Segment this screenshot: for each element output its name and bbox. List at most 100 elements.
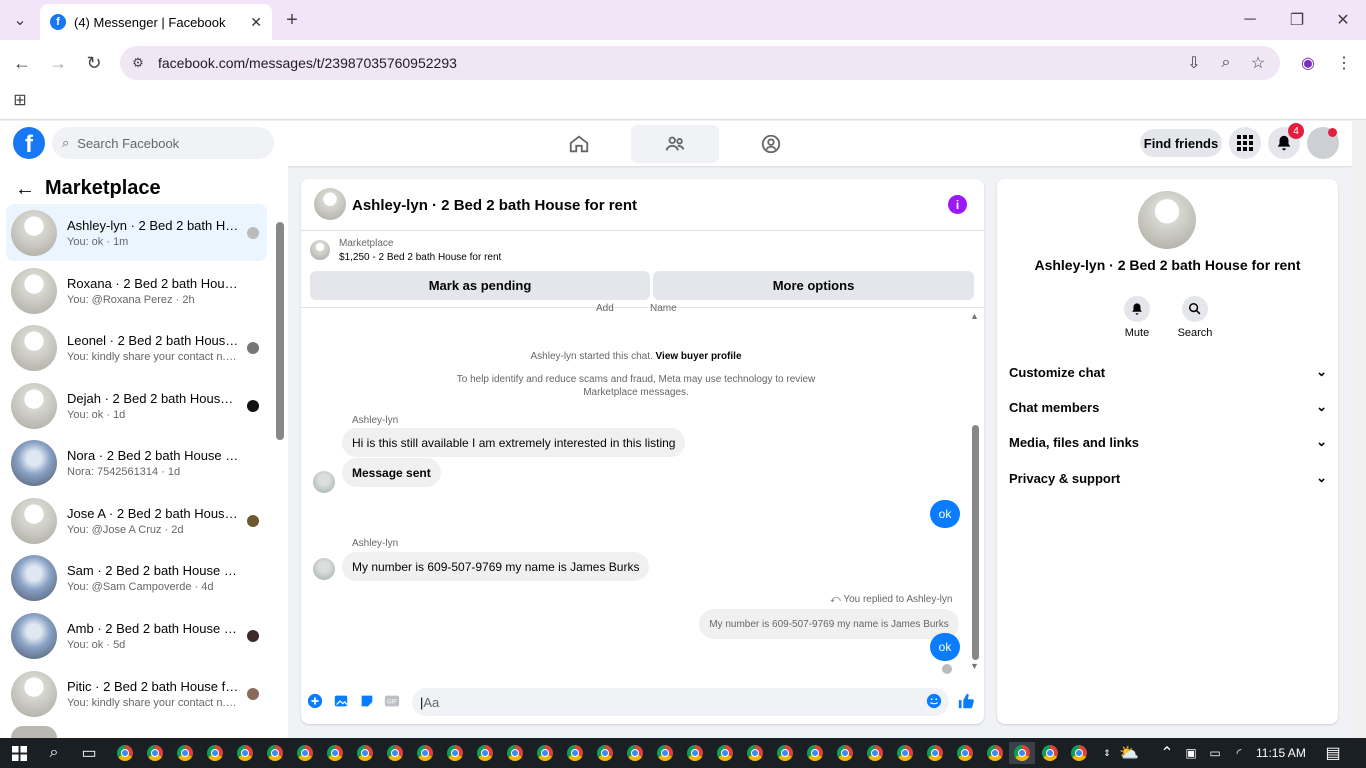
conversation-item[interactable]: Ashley-lyn · 2 Bed 2 bath Ho... You: ok ·…: [6, 204, 267, 261]
chrome-taskbar-icon[interactable]: [534, 742, 556, 764]
chrome-taskbar-icon[interactable]: [1068, 742, 1090, 764]
incoming-message[interactable]: Hi is this still available I am extremel…: [342, 428, 686, 457]
conversation-item[interactable]: Dejah · 2 Bed 2 bath House f... You: ok ·…: [6, 377, 267, 434]
view-buyer-profile-link[interactable]: View buyer profile: [656, 351, 742, 362]
chrome-taskbar-icon[interactable]: [624, 742, 646, 764]
media-files-links-row[interactable]: Media, files and links ⌄: [1009, 432, 1327, 452]
message-input[interactable]: | Aa: [412, 688, 949, 716]
conversation-item[interactable]: Jose A · 2 Bed 2 bath House f... You: @Jo…: [6, 492, 267, 549]
wifi-icon[interactable]: ◜: [1228, 742, 1250, 764]
chrome-taskbar-icon[interactable]: [144, 742, 166, 764]
chat-avatar[interactable]: [314, 188, 346, 220]
conversation-item[interactable]: Amb · 2 Bed 2 bath House fo... You: ok · …: [6, 607, 267, 664]
chrome-taskbar-icon[interactable]: [714, 742, 736, 764]
chrome-taskbar-icon[interactable]: [204, 742, 226, 764]
chat-members-row[interactable]: Chat members ⌄: [1009, 397, 1327, 417]
chrome-taskbar-icon[interactable]: [324, 742, 346, 764]
chrome-taskbar-icon[interactable]: [774, 742, 796, 764]
menu-grid-icon[interactable]: [1229, 127, 1261, 159]
search-icon[interactable]: [1182, 296, 1208, 322]
chrome-taskbar-icon[interactable]: [954, 742, 976, 764]
more-options-button[interactable]: More options: [653, 271, 974, 300]
chrome-taskbar-icon[interactable]: [384, 742, 406, 764]
tray-chevron-up-icon[interactable]: ⌃: [1156, 742, 1178, 764]
address-bar[interactable]: facebook.com/messages/t/2398703576095229…: [120, 46, 1280, 80]
browser-tab[interactable]: f (4) Messenger | Facebook ✕: [40, 4, 272, 40]
close-tab-icon[interactable]: ✕: [250, 14, 262, 31]
incoming-message[interactable]: My number is 609-507-9769 my name is Jam…: [342, 552, 650, 581]
sender-avatar[interactable]: [313, 558, 335, 580]
friends-nav-icon[interactable]: [631, 125, 719, 163]
chrome-taskbar-icon[interactable]: [234, 742, 256, 764]
back-icon[interactable]: ←: [10, 51, 34, 75]
scroll-down-icon[interactable]: ▼: [970, 661, 979, 671]
install-app-icon[interactable]: ⇩: [1182, 51, 1206, 75]
quoted-message[interactable]: My number is 609-507-9769 my name is Jam…: [699, 609, 959, 639]
tab-search-icon[interactable]: ⌄: [8, 8, 32, 32]
facebook-search-input[interactable]: ⌕ Search Facebook: [52, 127, 274, 159]
customize-chat-row[interactable]: Customize chat ⌄: [1009, 362, 1327, 382]
facebook-logo-icon[interactable]: f: [13, 127, 45, 159]
mute-bell-icon[interactable]: [1124, 296, 1150, 322]
chrome-taskbar-icon[interactable]: [894, 742, 916, 764]
home-nav-icon[interactable]: [535, 125, 623, 163]
reload-icon[interactable]: ↻: [82, 51, 106, 75]
conversation-item[interactable]: Nora · 2 Bed 2 bath House for r... Nora: …: [6, 434, 267, 491]
chrome-taskbar-icon[interactable]: [654, 742, 676, 764]
info-icon[interactable]: i: [948, 195, 967, 214]
outgoing-message[interactable]: ok: [930, 633, 960, 661]
close-window-icon[interactable]: ✕: [1331, 8, 1355, 32]
new-tab-icon[interactable]: +: [280, 8, 304, 32]
find-friends-button[interactable]: Find friends: [1140, 129, 1222, 157]
chrome-taskbar-icon[interactable]: [924, 742, 946, 764]
back-arrow-icon[interactable]: ←: [15, 178, 35, 201]
photo-icon[interactable]: [332, 692, 350, 710]
taskbar-overflow-icon[interactable]: ⇕: [1096, 742, 1118, 764]
privacy-support-row[interactable]: Privacy & support ⌄: [1009, 468, 1327, 488]
listing-price[interactable]: $1,250 - 2 Bed 2 bath House for rent: [339, 252, 501, 263]
chrome-taskbar-icon[interactable]: [444, 742, 466, 764]
chrome-taskbar-icon[interactable]: [294, 742, 316, 764]
page-scrollbar[interactable]: [1352, 121, 1366, 738]
chrome-taskbar-icon[interactable]: [414, 742, 436, 764]
chrome-taskbar-icon[interactable]: [474, 742, 496, 764]
chat-title[interactable]: Ashley-lyn · 2 Bed 2 bath House for rent: [352, 197, 637, 214]
conversation-item[interactable]: Roxana · 2 Bed 2 bath House fo... You: @R…: [6, 262, 267, 319]
chrome-taskbar-icon[interactable]: [114, 742, 136, 764]
weather-icon[interactable]: ⛅: [1118, 742, 1140, 764]
menu-icon[interactable]: ⋮: [1332, 51, 1356, 75]
forward-icon[interactable]: →: [46, 51, 70, 75]
chrome-taskbar-icon[interactable]: [504, 742, 526, 764]
chrome-taskbar-icon[interactable]: [564, 742, 586, 764]
zoom-icon[interactable]: ⌕: [1214, 51, 1238, 75]
task-view-icon[interactable]: ▭: [78, 742, 100, 764]
incoming-message[interactable]: Message sent: [342, 458, 441, 487]
gif-icon[interactable]: GIF: [383, 692, 401, 710]
chrome-taskbar-icon[interactable]: [174, 742, 196, 764]
mark-as-pending-button[interactable]: Mark as pending: [310, 271, 650, 300]
taskbar-clock[interactable]: 11:15 AM: [1256, 746, 1306, 760]
chrome-taskbar-icon[interactable]: [744, 742, 766, 764]
chrome-taskbar-icon[interactable]: [984, 742, 1006, 764]
chrome-taskbar-icon[interactable]: [264, 742, 286, 764]
conversation-item[interactable]: Pitic · 2 Bed 2 bath House for... You: ki…: [6, 665, 267, 722]
add-plus-icon[interactable]: [306, 692, 324, 710]
site-info-icon[interactable]: ⚙: [126, 51, 150, 75]
apps-grid-icon[interactable]: ⊞: [8, 88, 32, 112]
chrome-taskbar-icon[interactable]: [1039, 742, 1061, 764]
like-thumbs-up-icon[interactable]: [956, 691, 976, 711]
emoji-icon[interactable]: [925, 692, 943, 710]
conversations-scrollbar[interactable]: [276, 222, 284, 440]
chrome-taskbar-icon-active[interactable]: [1009, 742, 1035, 764]
notifications-center-icon[interactable]: ▤: [1322, 742, 1344, 764]
chrome-taskbar-icon[interactable]: [594, 742, 616, 764]
sender-avatar[interactable]: [313, 471, 335, 493]
chrome-taskbar-icon[interactable]: [804, 742, 826, 764]
profile-icon[interactable]: ◉: [1296, 51, 1320, 75]
bookmark-star-icon[interactable]: ☆: [1246, 51, 1270, 75]
outgoing-message[interactable]: ok: [930, 500, 960, 528]
sticker-icon[interactable]: [358, 692, 376, 710]
taskbar-search-icon[interactable]: ⌕: [43, 742, 65, 764]
chat-scrollbar[interactable]: [972, 425, 979, 660]
conversation-item[interactable]: Sam · 2 Bed 2 bath House for re... You: @…: [6, 549, 267, 606]
